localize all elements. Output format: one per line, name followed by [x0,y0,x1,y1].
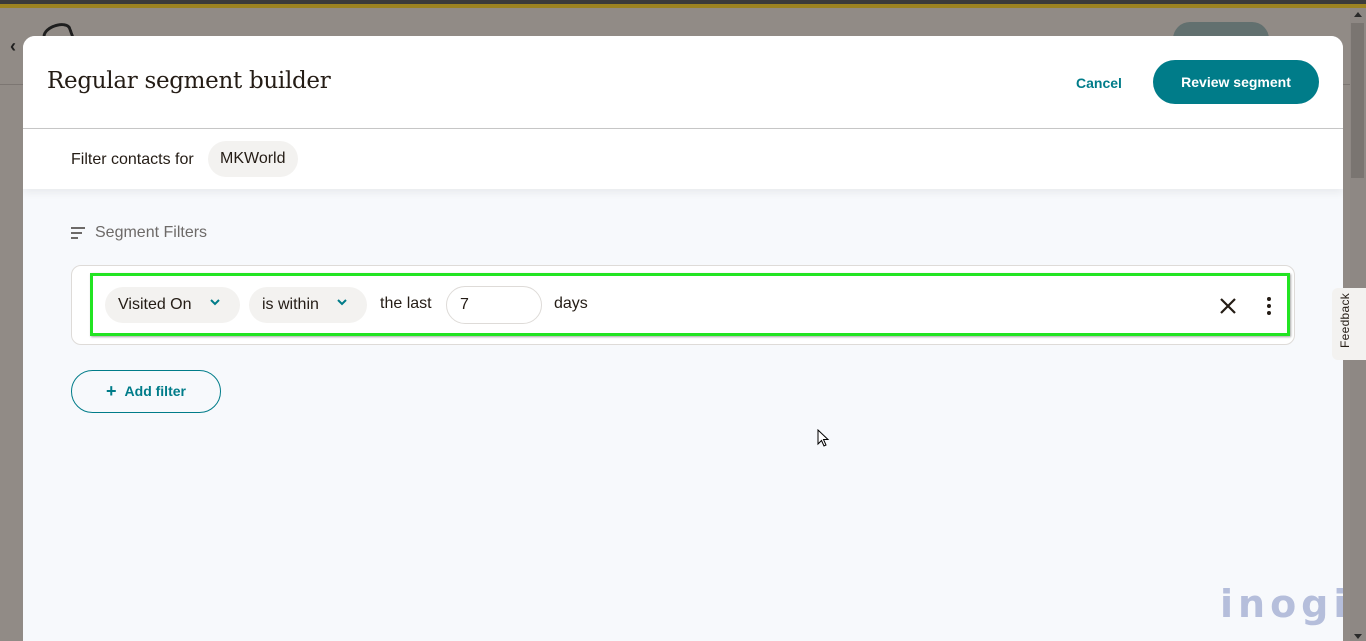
audience-chip: MKWorld [208,141,298,177]
segment-filters-heading: Segment Filters [71,224,207,242]
scrollbar-thumb[interactable] [1351,23,1364,178]
more-vertical-icon[interactable] [1266,296,1272,316]
segment-filters-label: Segment Filters [95,224,208,241]
scroll-up-arrow-icon[interactable] [1354,12,1362,17]
review-segment-button[interactable]: Review segment [1153,60,1319,104]
mouse-cursor-icon [817,429,830,447]
audience-subheader: Filter contacts for MKWorld [23,129,1343,189]
background-divider [0,84,23,85]
chevron-down-icon [337,299,347,306]
filter-lines-icon [71,227,85,239]
days-value-input[interactable] [446,286,542,324]
unit-text: days [554,295,588,312]
filter-row-card: Visited On is within the last days [71,265,1295,345]
close-icon[interactable] [1219,297,1237,315]
segment-builder-modal: Regular segment builder Cancel Review se… [23,36,1343,641]
qualifier-text: the last [380,295,432,312]
back-chevron-icon: ‹ [10,36,16,56]
modal-header: Regular segment builder Cancel Review se… [23,36,1343,129]
operator-dropdown-label: is within [262,296,319,313]
scroll-down-arrow-icon[interactable] [1354,634,1362,639]
add-filter-label: Add filter [124,383,186,399]
feedback-tab[interactable]: Feedback [1332,288,1366,360]
filter-contacts-label: Filter contacts for [71,151,194,168]
feedback-label: Feedback [1338,292,1352,348]
operator-dropdown[interactable]: is within [249,287,367,323]
plus-icon: + [106,381,117,401]
modal-title: Regular segment builder [47,68,331,94]
field-dropdown-label: Visited On [118,296,192,313]
app-top-accent-bar [0,4,1366,8]
cancel-button[interactable]: Cancel [1065,72,1133,94]
add-filter-button[interactable]: + Add filter [71,370,221,413]
chevron-down-icon [210,299,220,306]
field-dropdown[interactable]: Visited On [105,287,240,323]
inogic-watermark: inogic [1220,582,1343,626]
